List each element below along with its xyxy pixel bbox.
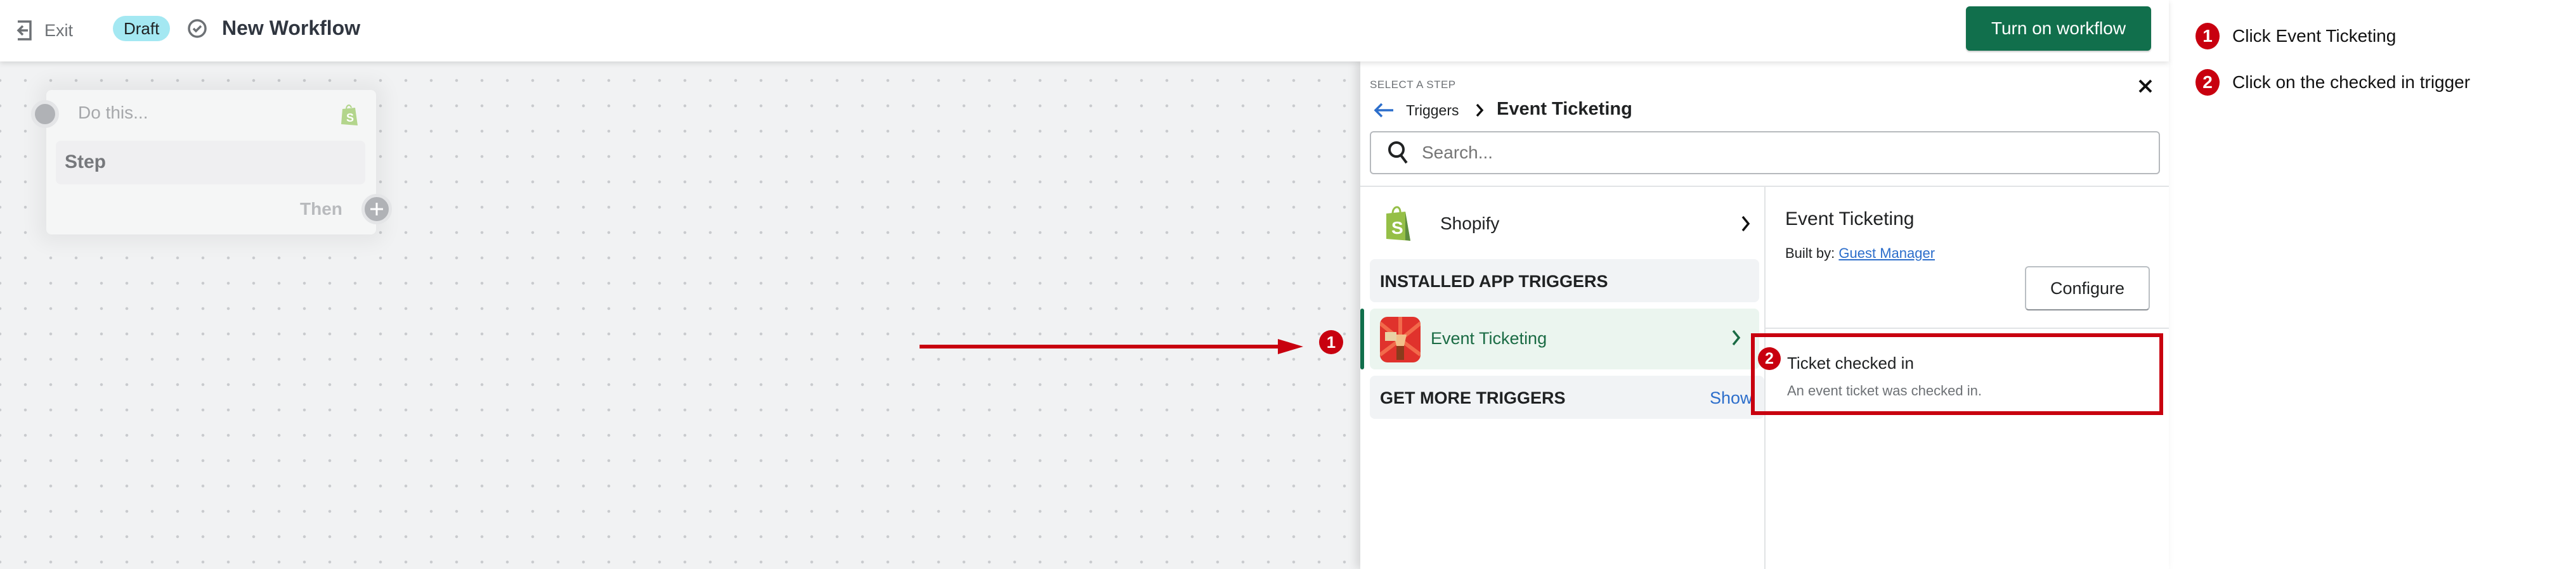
list-item-shopify[interactable]: S Shopify [1370,196,1759,253]
instruction-text: Click Event Ticketing [2232,26,2397,46]
get-more-triggers-header: GET MORE TRIGGERS Show [1370,376,1764,419]
selected-indicator [1360,309,1364,369]
exit-label: Exit [44,20,74,40]
section-label: GET MORE TRIGGERS [1380,388,1566,407]
instruction-text: Click on the checked in trigger [2232,72,2471,92]
panel-eyebrow: SELECT A STEP [1370,79,1456,91]
exit-button[interactable]: Exit [15,18,73,43]
node-connector[interactable] [31,100,59,128]
section-label: INSTALLED APP TRIGGERS [1380,272,1608,291]
breadcrumb-triggers[interactable]: Triggers [1406,102,1459,119]
search-field[interactable] [1422,143,2119,163]
svg-text:S: S [1391,218,1403,238]
page-title: New Workflow [222,16,361,39]
chevron-right-icon [1741,215,1750,232]
instruction-1: 1 Click Event Ticketing [2195,23,2396,49]
installed-app-triggers-header: INSTALLED APP TRIGGERS [1370,259,1759,302]
list-item-event-ticketing[interactable]: Event Ticketing [1370,309,1759,369]
plus-icon [370,203,383,215]
check-circle-icon [188,19,207,38]
search-icon [1388,141,1408,164]
developer-link[interactable]: Guest Manager [1838,245,1935,261]
shopify-label: Shopify [1440,214,1500,233]
trigger-description: An event ticket was checked in. [1787,383,1982,399]
configure-button[interactable]: Configure [2025,266,2150,310]
step-box[interactable]: Step [56,141,365,184]
annotation-marker-2: 2 [1758,347,1781,370]
event-ticketing-label: Event Ticketing [1431,329,1547,348]
add-step-button[interactable] [361,194,392,224]
divider [1765,328,2169,329]
node-placeholder: Do this... [78,103,148,122]
shopify-icon: S [1386,206,1410,241]
step-label: Step [65,151,107,172]
built-by: Built by: Guest Manager [1785,245,1935,262]
chevron-right-icon [1476,103,1484,117]
trigger-title: Ticket checked in [1787,354,1914,373]
workflow-node[interactable]: Do this... S Step Then [31,90,392,234]
event-ticketing-app-icon [1380,317,1421,362]
exit-icon [16,20,32,41]
select-step-panel: SELECT A STEP Triggers Event Ticketing S… [1360,61,2169,569]
search-input[interactable] [1370,131,2160,174]
then-label: Then [300,199,342,219]
detail-title: Event Ticketing [1785,208,1915,229]
instruction-2: 2 Click on the checked in trigger [2195,69,2470,96]
close-icon[interactable] [2137,78,2154,94]
chevron-right-icon [1732,329,1741,346]
svg-text:S: S [346,112,354,124]
show-more-link[interactable]: Show [1710,388,1753,408]
step-number-badge: 1 [2195,23,2220,49]
back-arrow-icon[interactable] [1373,102,1395,118]
breadcrumb-current: Event Ticketing [1497,99,1632,119]
shopify-icon: S [341,104,358,125]
status-badge: Draft [113,16,171,41]
top-bar: Exit Draft New Workflow Turn on workflow [0,0,2169,61]
annotation-marker-1: 1 [1319,330,1343,354]
built-by-label: Built by: [1785,245,1835,261]
step-number-badge: 2 [2195,69,2220,96]
trigger-ticket-checked-in[interactable]: Ticket checked in An event ticket was ch… [1751,333,2163,415]
turn-on-workflow-button[interactable]: Turn on workflow [1966,6,2151,51]
annotation-arrow [920,339,1303,354]
